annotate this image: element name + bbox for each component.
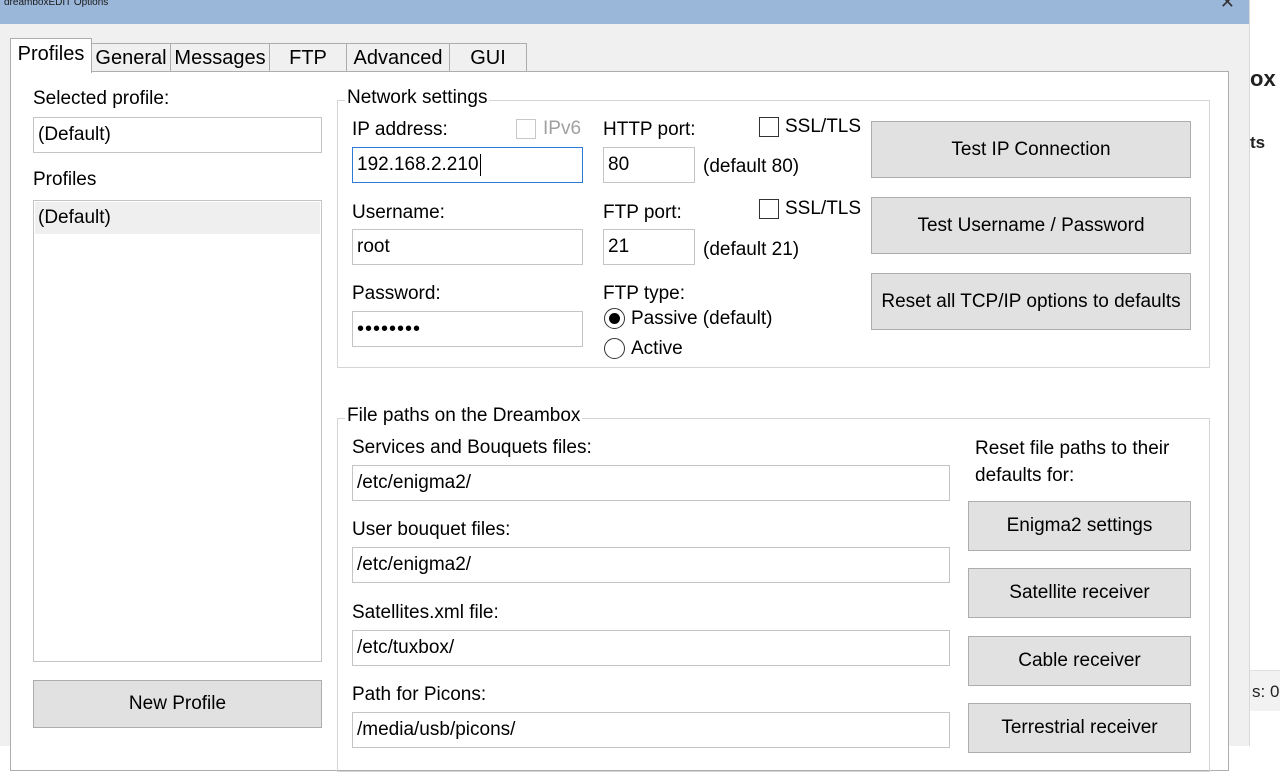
selected-profile-label: Selected profile: <box>33 88 170 109</box>
test-username-password-button[interactable]: Test Username / Password <box>871 197 1191 254</box>
reset-paths-label: Reset file paths to their defaults for: <box>975 438 1170 486</box>
http-ssl-label: SSL/TLS <box>785 116 862 137</box>
background-text-fragment: ts <box>1250 133 1266 152</box>
ftp-port-label: FTP port: <box>603 202 682 223</box>
ip-address-input[interactable]: 192.168.2.210 <box>352 147 583 183</box>
passive-radio-label: Passive (default) <box>631 308 773 329</box>
background-text-fragment: ox <box>1250 66 1276 91</box>
tab-general[interactable]: General <box>91 43 171 72</box>
ftp-port-input[interactable]: 21 <box>603 229 695 265</box>
file-paths-title: File paths on the Dreambox <box>345 405 583 427</box>
http-port-default: (default 80) <box>703 156 800 177</box>
services-bouquets-label: Services and Bouquets files: <box>352 437 592 458</box>
title-bar: dreamboxEDIT Options ✕ <box>0 0 1249 24</box>
services-bouquets-input[interactable]: /etc/enigma2/ <box>352 465 950 501</box>
close-icon[interactable]: ✕ <box>1220 0 1235 13</box>
ip-address-value: 192.168.2.210 <box>357 154 479 175</box>
reset-tcpip-defaults-button[interactable]: Reset all TCP/IP options to defaults <box>871 273 1191 330</box>
text-caret <box>479 153 481 176</box>
options-dialog: Profiles General Messages FTP Advanced G… <box>0 24 1249 772</box>
profiles-label: Profiles <box>33 169 97 190</box>
background-window: ox ts s: 0 <box>1249 0 1280 746</box>
network-settings-title: Network settings <box>345 87 490 109</box>
enigma2-settings-button[interactable]: Enigma2 settings <box>968 501 1191 551</box>
background-status-bar: s: 0 <box>1250 670 1280 711</box>
new-profile-button[interactable]: New Profile <box>33 680 322 728</box>
picons-path-input[interactable]: /media/usb/picons/ <box>352 712 950 748</box>
file-paths-group: File paths on the Dreambox Services and … <box>337 405 1210 772</box>
network-settings-group: Network settings IP address: IPv6 192.16… <box>337 87 1210 368</box>
ipv6-label: IPv6 <box>543 118 582 139</box>
ipv6-checkbox <box>516 119 536 139</box>
http-port-label: HTTP port: <box>603 119 696 140</box>
selected-profile-field[interactable]: (Default) <box>33 117 322 153</box>
cable-receiver-button[interactable]: Cable receiver <box>968 636 1191 686</box>
password-input[interactable]: •••••••• <box>352 311 583 347</box>
picons-path-label: Path for Picons: <box>352 684 487 705</box>
username-input[interactable]: root <box>352 229 583 265</box>
profiles-panel: Selected profile: (Default) Profiles (De… <box>10 71 1229 772</box>
satellites-xml-input[interactable]: /etc/tuxbox/ <box>352 630 950 666</box>
user-bouquet-label: User bouquet files: <box>352 519 511 540</box>
ftp-ssl-label: SSL/TLS <box>785 198 862 219</box>
radio-selected-dot <box>609 313 620 324</box>
tab-ftp[interactable]: FTP <box>269 43 347 72</box>
http-port-input[interactable]: 80 <box>603 147 695 183</box>
http-ssl-checkbox[interactable] <box>759 117 779 137</box>
ftp-ssl-checkbox[interactable] <box>759 199 779 219</box>
passive-radio[interactable] <box>604 308 625 329</box>
profiles-listbox[interactable]: (Default) <box>33 200 322 662</box>
tab-messages[interactable]: Messages <box>170 43 270 72</box>
user-bouquet-input[interactable]: /etc/enigma2/ <box>352 547 950 583</box>
active-radio[interactable] <box>604 338 625 359</box>
password-label: Password: <box>352 283 441 304</box>
tab-profiles[interactable]: Profiles <box>10 38 92 73</box>
satellite-receiver-button[interactable]: Satellite receiver <box>968 568 1191 618</box>
window-title: dreamboxEDIT Options <box>4 0 109 8</box>
tab-gui[interactable]: GUI <box>449 43 527 72</box>
ip-address-label: IP address: <box>352 119 448 140</box>
tab-advanced[interactable]: Advanced <box>346 43 450 72</box>
username-label: Username: <box>352 202 445 223</box>
ftp-type-label: FTP type: <box>603 283 686 304</box>
test-ip-connection-button[interactable]: Test IP Connection <box>871 121 1191 178</box>
list-item[interactable]: (Default) <box>35 202 320 234</box>
background-status-text: s: 0 <box>1252 682 1280 701</box>
active-radio-label: Active <box>631 338 683 359</box>
ftp-port-default: (default 21) <box>703 239 800 260</box>
satellites-xml-label: Satellites.xml file: <box>352 602 499 623</box>
